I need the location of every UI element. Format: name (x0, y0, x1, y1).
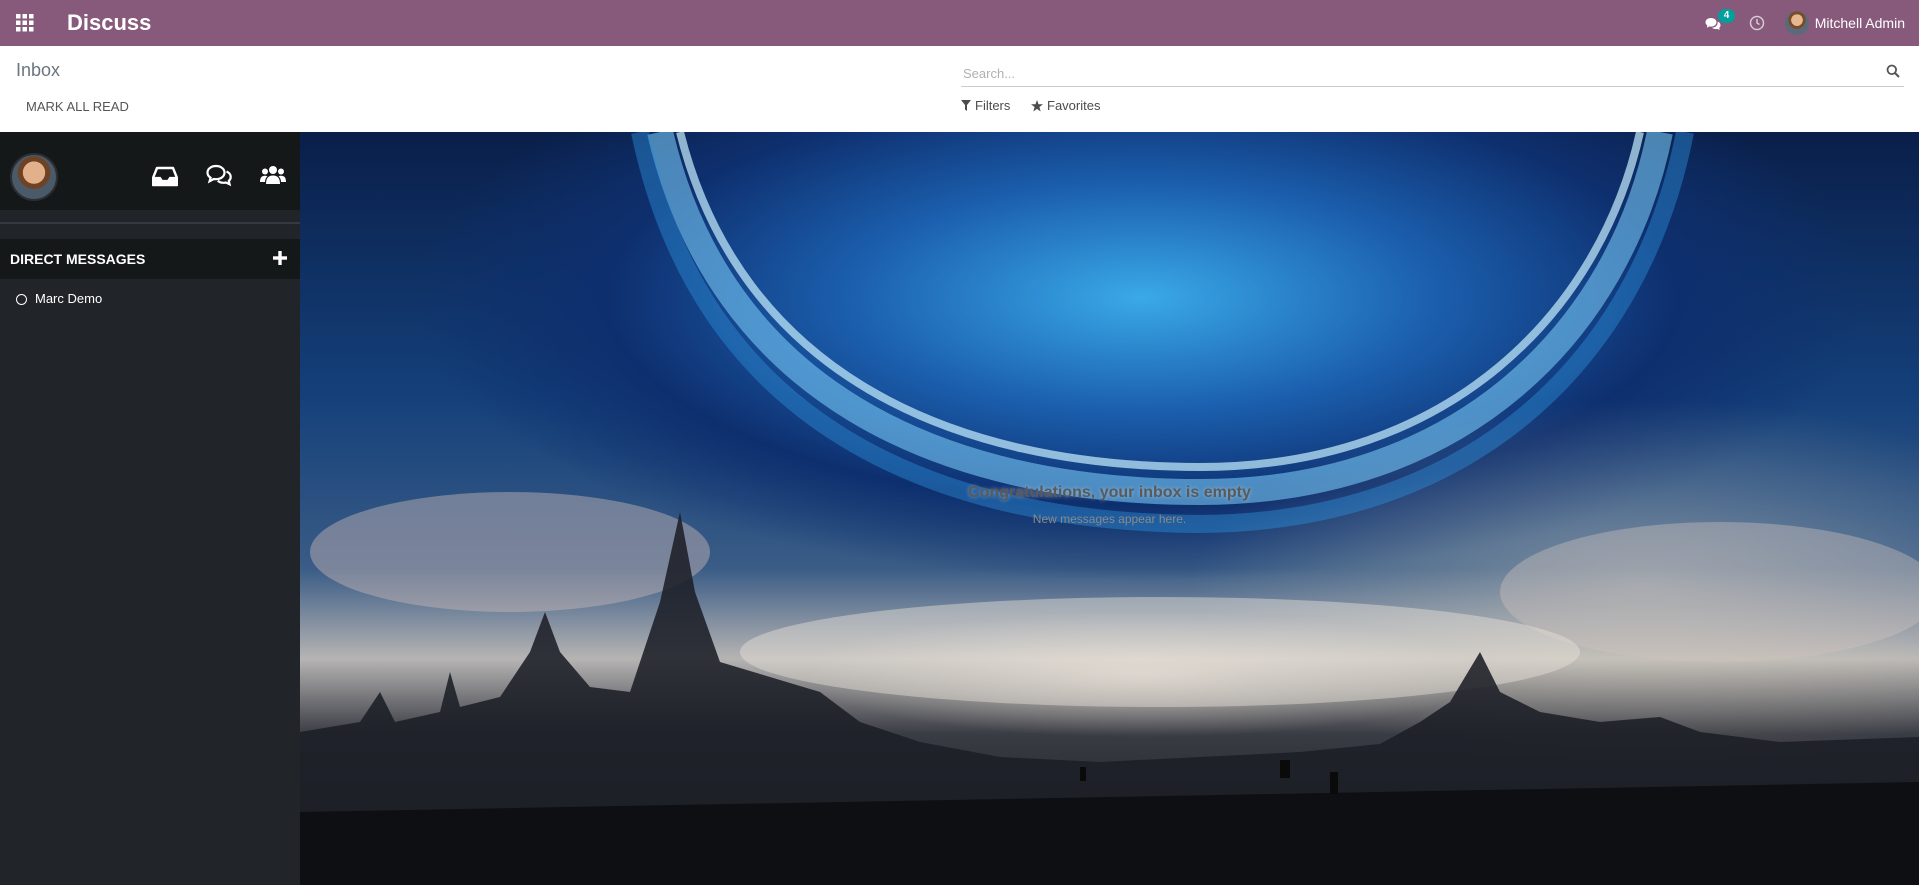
mark-all-read-button[interactable]: MARK ALL READ (14, 97, 141, 116)
app-title[interactable]: Discuss (67, 10, 151, 36)
apps-grid-icon[interactable] (16, 14, 34, 32)
favorites-button[interactable]: Favorites (1031, 98, 1100, 113)
breadcrumb: Inbox (16, 60, 61, 80)
activity-clock-icon[interactable] (1749, 15, 1765, 31)
user-avatar (1784, 11, 1809, 35)
messaging-menu[interactable]: 4 (1705, 9, 1736, 34)
navbar-systray: 4 Mitchell Admin (1705, 0, 1905, 46)
control-panel: Inbox MARK ALL READ Filters Favorites (0, 46, 1919, 133)
sidebar-user-avatar (10, 153, 58, 201)
inbox-icon[interactable] (152, 164, 178, 188)
sidebar-divider (0, 222, 300, 224)
favorites-label: Favorites (1047, 98, 1101, 113)
chat-icon[interactable] (206, 164, 232, 188)
filter-icon (961, 100, 971, 111)
direct-messages-header: DIRECT MESSAGES (0, 239, 300, 279)
offline-status-icon (16, 294, 27, 305)
add-direct-message-icon[interactable] (272, 250, 288, 266)
discuss-sidebar: DIRECT MESSAGES Marc Demo (0, 132, 300, 885)
star-icon (1031, 99, 1043, 111)
direct-message-name: Marc Demo (35, 291, 103, 306)
filters-button[interactable]: Filters (961, 98, 1010, 113)
empty-inbox-subtitle: New messages appear here. (1032, 512, 1187, 526)
thread-view: Congratulations, your inbox is empty New… (300, 132, 1919, 885)
message-count-badge: 4 (1717, 9, 1736, 23)
sidebar-header (0, 132, 300, 210)
search-input[interactable] (961, 62, 1865, 84)
search-box (961, 56, 1904, 87)
filters-label: Filters (975, 98, 1011, 113)
search-icon[interactable] (1886, 64, 1900, 78)
top-navbar: Discuss 4 Mitchell Admin (0, 0, 1919, 46)
user-name: Mitchell Admin (1814, 15, 1905, 31)
empty-inbox-title: Congratulations, your inbox is empty (968, 484, 1251, 501)
direct-message-item[interactable]: Marc Demo (0, 286, 300, 314)
background-artwork (300, 132, 1919, 885)
direct-messages-title: DIRECT MESSAGES (10, 251, 146, 267)
user-menu[interactable]: Mitchell Admin (1784, 11, 1905, 35)
users-icon[interactable] (260, 164, 286, 188)
